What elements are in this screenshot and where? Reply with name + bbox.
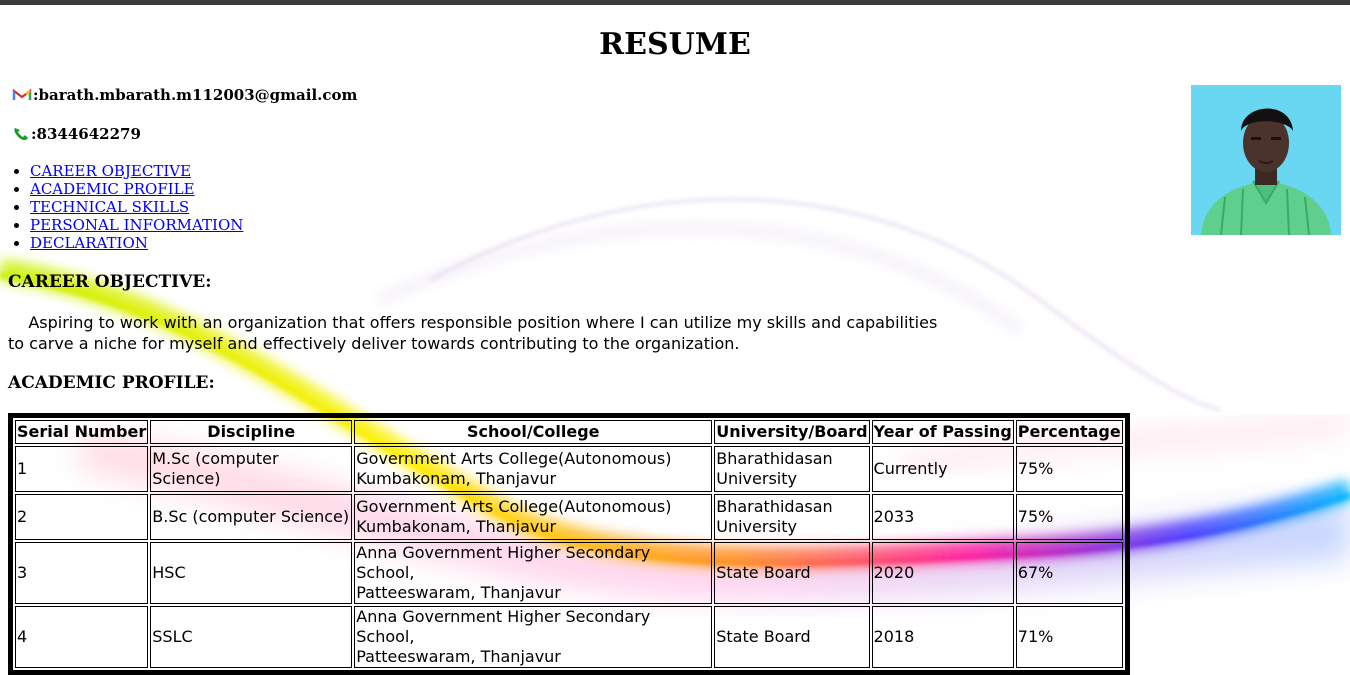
page-title: RESUME xyxy=(599,27,751,62)
column-header-percentage: Percentage xyxy=(1015,420,1123,444)
academic-profile-heading: ACADEMIC PROFILE: xyxy=(8,373,215,393)
phone-line: :8344642279 xyxy=(12,125,141,143)
year-cell: Currently xyxy=(871,446,1014,492)
gmail-icon xyxy=(12,88,32,102)
school-cell: Anna Government Higher Secondary School,… xyxy=(354,542,713,604)
school-line-1: Government Arts College(Autonomous) xyxy=(356,449,672,468)
discipline-cell: HSC xyxy=(150,542,353,604)
board-line-1: Bharathidasan xyxy=(716,497,833,516)
board-cell: Bharathidasan University xyxy=(714,446,870,492)
board-cell: State Board xyxy=(714,606,870,668)
email-text: :barath.mbarath.m112003@gmail.com xyxy=(33,86,358,104)
serial-cell: 3 xyxy=(15,542,149,604)
school-cell: Anna Government Higher Secondary School,… xyxy=(354,606,713,668)
board-line-1: Bharathidasan xyxy=(716,449,833,468)
board-cell: State Board xyxy=(714,542,870,604)
nav-item-academic-profile: ACADEMIC PROFILE xyxy=(30,180,243,198)
personal-information-link[interactable]: PERSONAL INFORMATION xyxy=(30,216,243,234)
column-header-school-college: School/College xyxy=(354,420,713,444)
board-line-2: University xyxy=(716,469,797,488)
year-cell: 2033 xyxy=(871,494,1014,540)
technical-skills-link[interactable]: TECHNICAL SKILLS xyxy=(30,198,189,216)
email-line: :barath.mbarath.m112003@gmail.com xyxy=(12,86,357,104)
objective-line-2: to carve a niche for myself and effectiv… xyxy=(8,334,740,353)
section-nav-list: CAREER OBJECTIVE ACADEMIC PROFILE TECHNI… xyxy=(8,162,243,252)
year-cell: 2018 xyxy=(871,606,1014,668)
academic-profile-link[interactable]: ACADEMIC PROFILE xyxy=(30,180,195,198)
nav-item-career-objective: CAREER OBJECTIVE xyxy=(30,162,243,180)
career-objective-link[interactable]: CAREER OBJECTIVE xyxy=(30,162,191,180)
percentage-cell: 71% xyxy=(1015,606,1123,668)
serial-cell: 1 xyxy=(15,446,149,492)
declaration-link[interactable]: DECLARATION xyxy=(30,234,148,252)
nav-item-declaration: DECLARATION xyxy=(30,234,243,252)
nav-item-personal-information: PERSONAL INFORMATION xyxy=(30,216,243,234)
discipline-cell: M.Sc (computer Science) xyxy=(150,446,353,492)
school-line-2: Kumbakonam, Thanjavur xyxy=(356,469,557,488)
school-cell: Government Arts College(Autonomous) Kumba… xyxy=(354,494,713,540)
column-header-serial-number: Serial Number xyxy=(15,420,149,444)
column-header-university-board: University/Board xyxy=(714,420,870,444)
school-line-1: Government Arts College(Autonomous) xyxy=(356,497,672,516)
board-cell: Bharathidasan University xyxy=(714,494,870,540)
percentage-cell: 67% xyxy=(1015,542,1123,604)
school-line-1: Anna Government Higher Secondary School, xyxy=(356,543,651,582)
career-objective-heading: CAREER OBJECTIVE: xyxy=(8,272,212,292)
academic-profile-table: Serial Number Discipline School/College … xyxy=(8,413,1130,675)
serial-cell: 2 xyxy=(15,494,149,540)
column-header-discipline: Discipline xyxy=(150,420,353,444)
table-row: 2 B.Sc (computer Science) Government Art… xyxy=(15,494,1123,540)
school-line-2: Kumbakonam, Thanjavur xyxy=(356,517,557,536)
percentage-cell: 75% xyxy=(1015,494,1123,540)
discipline-cell: SSLC xyxy=(150,606,353,668)
board-line-2: University xyxy=(716,517,797,536)
objective-line-1: Aspiring to work with an organization th… xyxy=(28,313,938,332)
table-row: 1 M.Sc (computer Science) Government Art… xyxy=(15,446,1123,492)
phone-icon xyxy=(12,126,30,142)
table-row: 3 HSC Anna Government Higher Secondary S… xyxy=(15,542,1123,604)
table-row: 4 SSLC Anna Government Higher Secondary … xyxy=(15,606,1123,668)
profile-photo xyxy=(1191,85,1341,235)
year-cell: 2020 xyxy=(871,542,1014,604)
serial-cell: 4 xyxy=(15,606,149,668)
discipline-cell: B.Sc (computer Science) xyxy=(150,494,353,540)
school-line-2: Patteeswaram, Thanjavur xyxy=(356,647,561,666)
column-header-year-of-passing: Year of Passing xyxy=(871,420,1014,444)
phone-text: :8344642279 xyxy=(31,125,141,143)
table-header-row: Serial Number Discipline School/College … xyxy=(15,420,1123,444)
nav-item-technical-skills: TECHNICAL SKILLS xyxy=(30,198,243,216)
school-line-1: Anna Government Higher Secondary School, xyxy=(356,607,651,646)
percentage-cell: 75% xyxy=(1015,446,1123,492)
school-line-2: Patteeswaram, Thanjavur xyxy=(356,583,561,602)
career-objective-text: Aspiring to work with an organization th… xyxy=(8,312,968,354)
school-cell: Government Arts College(Autonomous) Kumba… xyxy=(354,446,713,492)
